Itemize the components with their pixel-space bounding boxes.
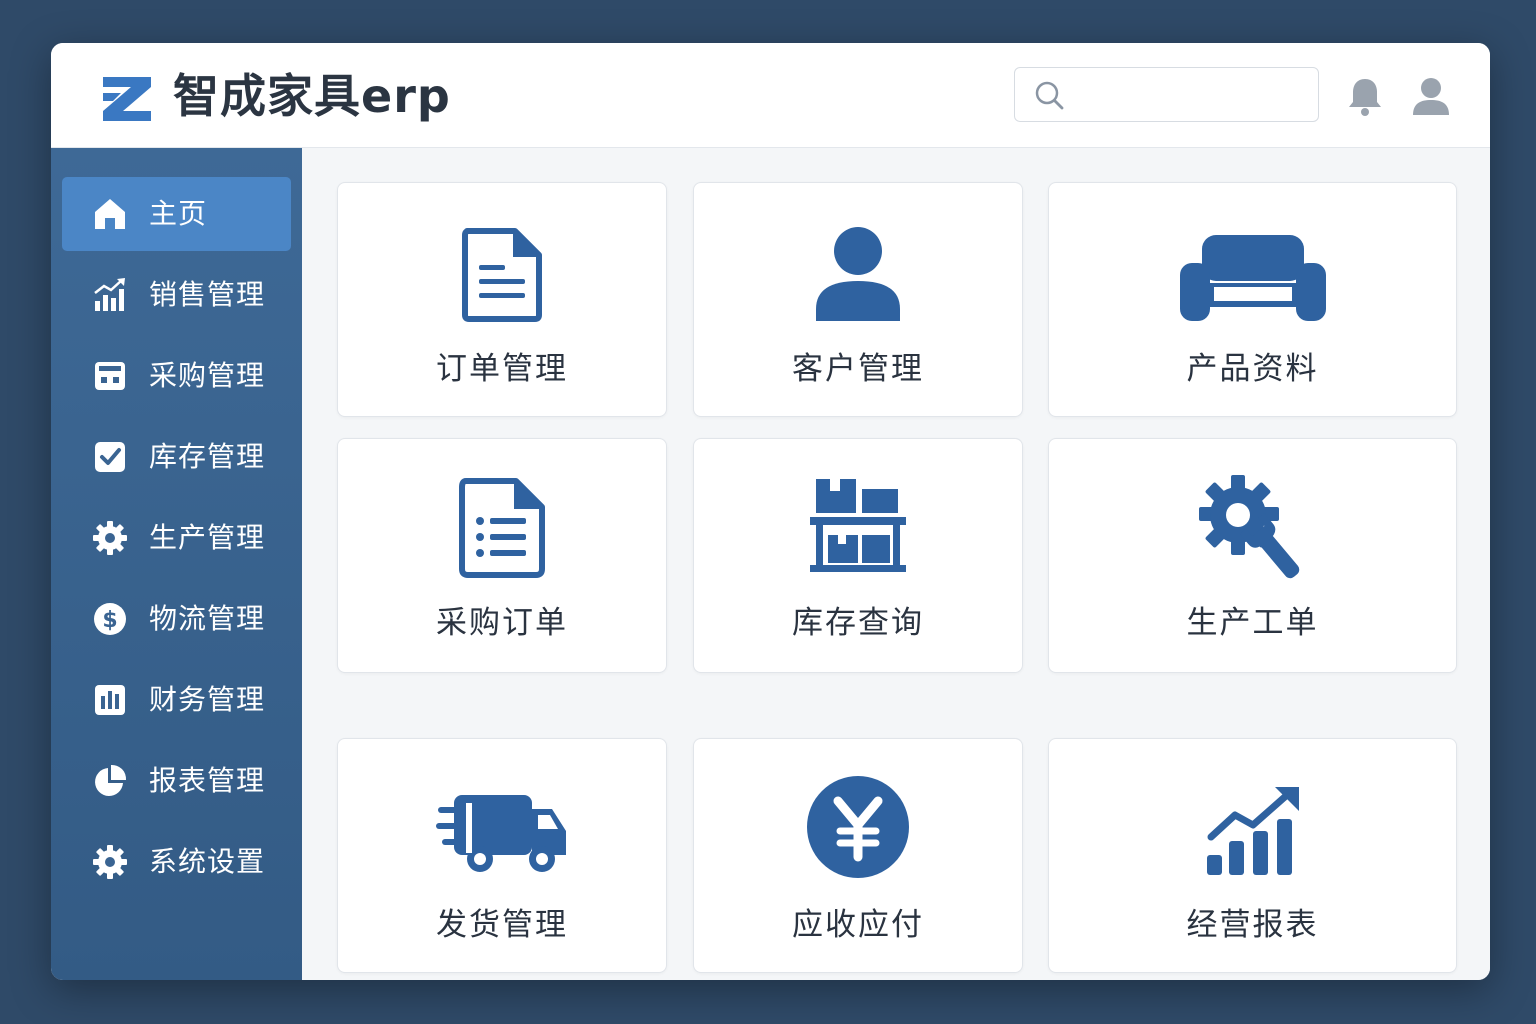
card-order-management[interactable]: 订单管理 [337,182,667,417]
search-box[interactable] [1014,67,1319,122]
purchase-icon [95,362,125,390]
sidebar-item-label: 采购管理 [149,359,266,392]
settings-icon [93,845,127,879]
card-label: 经营报表 [1186,907,1319,943]
sidebar-item-settings[interactable]: 系统设置 [62,825,291,899]
truck-icon [436,795,566,872]
svg-text:$: $ [102,608,117,633]
bar-chart-icon [95,685,125,715]
gear-icon [93,521,127,555]
card-business-report[interactable]: 经营报表 [1048,738,1457,973]
list-document-icon [459,478,545,578]
sidebar-item-label: 报表管理 [149,764,266,797]
card-label: 发货管理 [436,907,568,943]
card-inventory-query[interactable]: 库存查询 [693,438,1023,673]
sidebar-item-logistics[interactable]: $ 物流管理 [62,582,291,656]
sidebar-item-purchase[interactable]: 采购管理 [62,339,291,413]
sidebar: 主页 销售管理 采购管理 库存管理 生产管理 $ 物流管理 财务管理 报表管理 … [51,148,302,980]
user-icon[interactable] [1411,75,1451,117]
sidebar-item-finance[interactable]: 财务管理 [62,663,291,737]
search-input[interactable] [1077,78,1307,112]
card-label: 生产工单 [1186,605,1319,641]
person-icon [816,227,900,321]
sidebar-item-label: 主页 [149,197,208,230]
sidebar-item-label: 物流管理 [149,602,266,635]
card-label: 库存查询 [792,605,924,641]
sidebar-item-sales[interactable]: 销售管理 [62,258,291,332]
sidebar-item-inventory[interactable]: 库存管理 [62,420,291,494]
pie-chart-icon [95,764,127,796]
sidebar-item-label: 系统设置 [149,845,266,878]
app-header: 智成家具erp [51,43,1490,148]
sidebar-item-reports[interactable]: 报表管理 [62,744,291,818]
gear-wrench-icon [1198,475,1299,579]
card-label: 产品资料 [1186,351,1319,387]
app-window: 智成家具erp 主页 销售管理 采购管理 库存管理 生产管理 $ 物流管理 财务… [51,43,1490,980]
app-title: 智成家具erp [173,69,451,123]
sidebar-item-home[interactable]: 主页 [62,177,291,251]
sidebar-item-label: 库存管理 [149,440,266,473]
growth-chart-icon [1206,787,1299,875]
sidebar-item-label: 生产管理 [149,521,266,554]
card-label: 采购订单 [436,605,568,641]
yen-icon [807,776,909,878]
bell-icon[interactable] [1346,75,1384,119]
card-product-info[interactable]: 产品资料 [1048,182,1457,417]
sofa-icon [1179,235,1326,321]
checkbox-icon [95,442,125,472]
card-receivables-payables[interactable]: 应收应付 [693,738,1023,973]
card-production-order[interactable]: 生产工单 [1048,438,1457,673]
sidebar-item-label: 财务管理 [149,683,266,716]
home-icon [95,199,125,229]
sidebar-item-production[interactable]: 生产管理 [62,501,291,575]
card-label: 订单管理 [436,351,568,387]
dollar-icon: $ [94,603,126,635]
main-content: 订单管理 客户管理 产品资料 采购订单 库存查询 生产工单 发货管理 应收应付 … [302,148,1490,980]
search-icon [1035,81,1064,110]
card-label: 客户管理 [792,351,924,387]
card-shipping-management[interactable]: 发货管理 [337,738,667,973]
sales-chart-icon [94,278,125,311]
document-icon [462,228,542,322]
card-customer-management[interactable]: 客户管理 [693,182,1023,417]
logo-icon [103,77,151,121]
warehouse-icon [810,479,906,572]
card-label: 应收应付 [792,907,924,943]
sidebar-item-label: 销售管理 [149,278,266,311]
card-purchase-order[interactable]: 采购订单 [337,438,667,673]
